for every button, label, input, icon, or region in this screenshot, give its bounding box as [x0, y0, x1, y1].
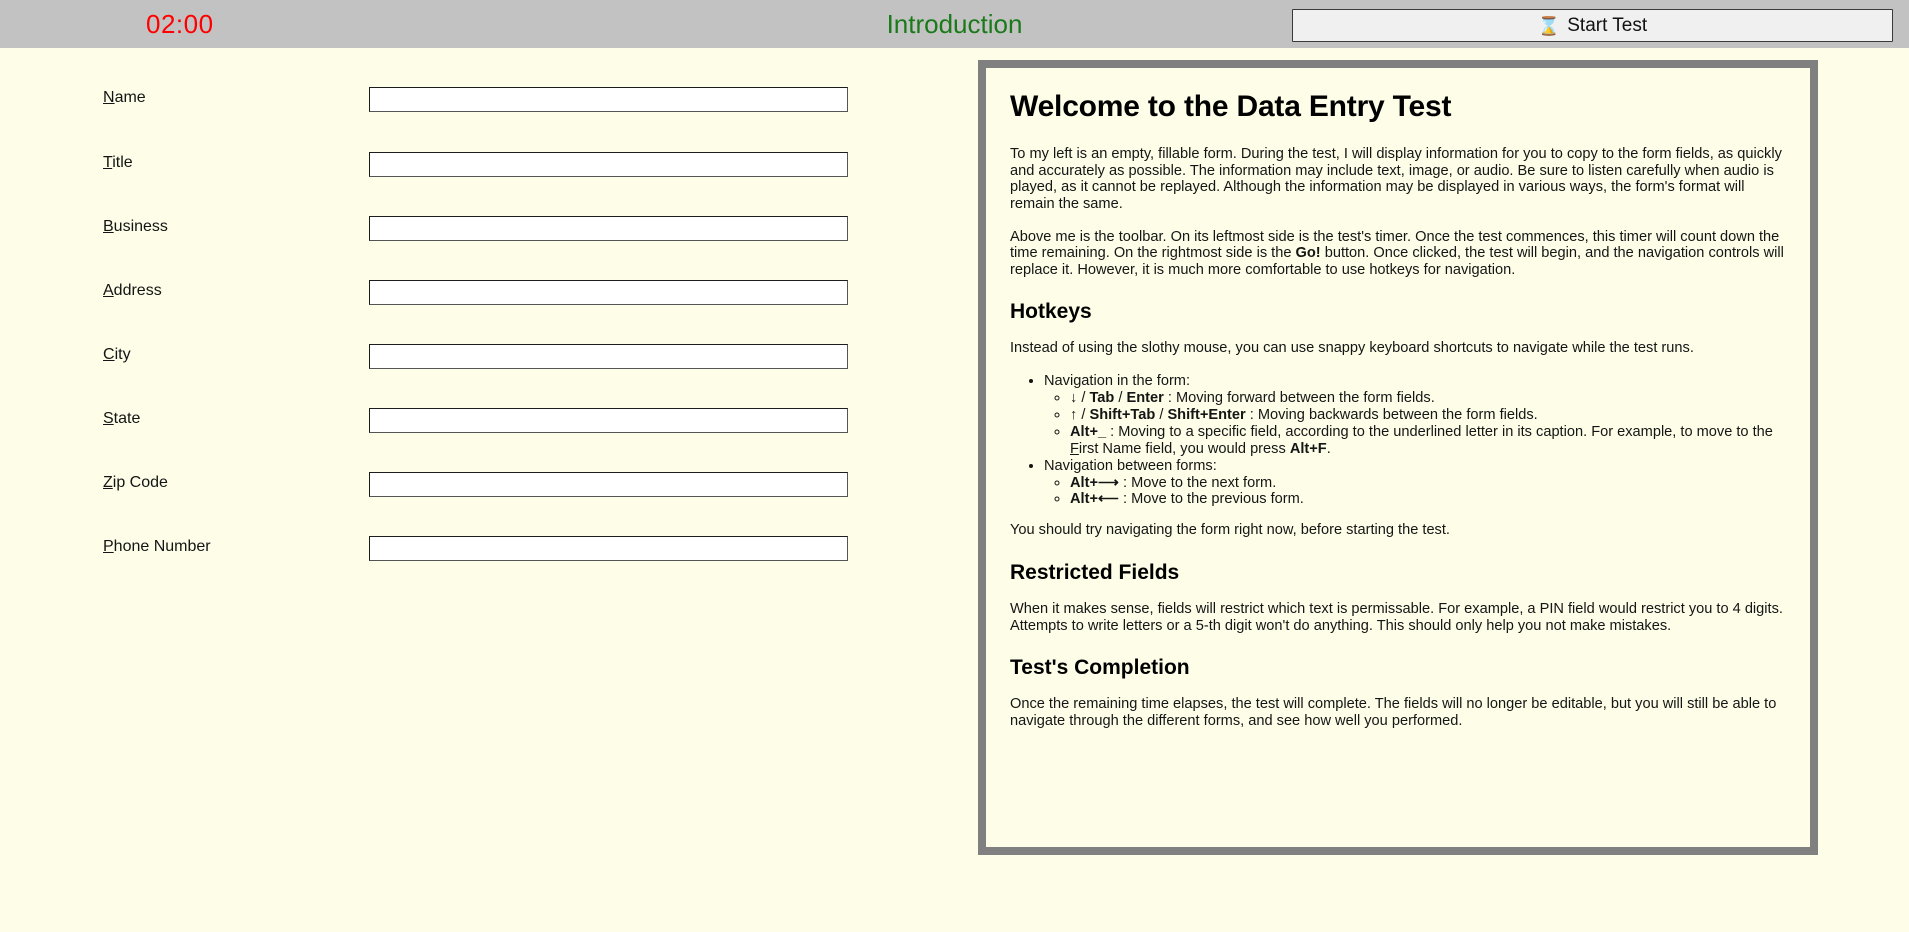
label-state-accesskey: S — [103, 410, 114, 427]
label-zip-code-rest: ip Code — [113, 474, 168, 491]
label-title-rest: itle — [112, 154, 132, 171]
hotkey-move-forward: ↓ / Tab / Enter : Moving forward between… — [1070, 390, 1786, 407]
hotkey-previous-form: Alt+⟵ : Move to the previous form. — [1070, 491, 1786, 508]
toolbar-paragraph: Above me is the toolbar. On its leftmost… — [1010, 229, 1786, 279]
label-title-accesskey: T — [103, 154, 112, 171]
nav-alt-desc-part3: . — [1327, 441, 1331, 457]
hotkeys-list: Navigation in the form: ↓ / Tab / Enter … — [1010, 373, 1786, 508]
first-name-rest: irst Name — [1079, 441, 1141, 457]
label-title: Title — [103, 154, 133, 172]
hotkey-alt-accesskey: Alt+_ : Moving to a specific field, acco… — [1070, 424, 1786, 458]
label-phone-number-accesskey: P — [103, 538, 114, 555]
key-shift-tab: Shift+Tab — [1089, 407, 1155, 423]
key-enter: Enter — [1127, 390, 1164, 406]
nav-back-sep1: / — [1077, 407, 1089, 423]
form-field-row-zip-code: Zip Code — [0, 472, 975, 498]
label-business-rest: usiness — [114, 218, 168, 235]
form-field-row-phone-number: Phone Number — [0, 536, 975, 562]
page-body: Name Title Business Address City State Z… — [0, 48, 1909, 932]
hotkey-move-backward: ↑ / Shift+Tab / Shift+Enter : Moving bac… — [1070, 407, 1786, 424]
hotkeys-list-item-nav-between-forms: Navigation between forms: Alt+⟶ : Move t… — [1044, 458, 1786, 509]
intro-paragraph: To my left is an empty, fillable form. D… — [1010, 146, 1786, 213]
form-field-row-city: City — [0, 344, 975, 370]
label-phone-number-rest: hone Number — [114, 538, 211, 555]
test-completion-heading: Test's Completion — [1010, 656, 1786, 680]
key-shift-enter: Shift+Enter — [1167, 407, 1245, 423]
label-city-accesskey: C — [103, 346, 115, 363]
first-name-accesskey: F — [1070, 441, 1079, 457]
hotkeys-list-item-nav-in-form: Navigation in the form: ↓ / Tab / Enter … — [1044, 373, 1786, 458]
hotkey-next-form: Alt+⟶ : Move to the next form. — [1070, 475, 1786, 492]
key-alt-underscore: Alt+_ — [1070, 424, 1106, 440]
nav-between-forms-label: Navigation between forms: — [1044, 458, 1217, 474]
label-address-rest: ddress — [114, 282, 162, 299]
label-city-rest: ity — [115, 346, 131, 363]
go-button-mention: Go! — [1296, 245, 1321, 261]
try-navigating-paragraph: You should try navigating the form right… — [1010, 522, 1786, 539]
label-state: State — [103, 410, 140, 428]
data-entry-form: Name Title Business Address City State Z… — [0, 48, 975, 932]
test-completion-paragraph: Once the remaining time elapses, the tes… — [1010, 696, 1786, 729]
toolbar: 02:00 Introduction ⌛ Start Test — [0, 0, 1909, 48]
form-field-row-name: Name — [0, 87, 975, 113]
key-alt-left-arrow-icon: Alt+⟵ — [1070, 491, 1119, 507]
label-city: City — [103, 346, 131, 364]
form-field-row-business: Business — [0, 216, 975, 242]
hourglass-icon: ⌛ — [1538, 17, 1560, 35]
label-name-accesskey: N — [103, 89, 115, 106]
nav-in-form-label: Navigation in the form: — [1044, 373, 1190, 389]
key-alt-f: Alt+F — [1290, 441, 1327, 457]
instructions-heading: Welcome to the Data Entry Test — [1010, 90, 1786, 124]
nav-back-desc: : Moving backwards between the form fiel… — [1246, 407, 1538, 423]
form-field-row-address: Address — [0, 280, 975, 306]
input-city[interactable] — [369, 344, 848, 369]
nav-alt-desc-part1: : Moving to a specific field, according … — [1106, 424, 1773, 440]
label-name: Name — [103, 89, 146, 107]
input-state[interactable] — [369, 408, 848, 433]
input-zip-code[interactable] — [369, 472, 848, 497]
key-tab: Tab — [1089, 390, 1114, 406]
nav-prev-desc: : Move to the previous form. — [1119, 491, 1304, 507]
instructions-panel: Welcome to the Data Entry Test To my lef… — [978, 60, 1818, 855]
label-business-accesskey: B — [103, 218, 114, 235]
nav-next-desc: : Move to the next form. — [1119, 475, 1276, 491]
nav-back-sep2: / — [1155, 407, 1167, 423]
hotkeys-paragraph: Instead of using the slothy mouse, you c… — [1010, 340, 1786, 357]
nav-forward-sep2: / — [1114, 390, 1126, 406]
label-state-rest: tate — [114, 410, 141, 427]
label-business: Business — [103, 218, 168, 236]
label-name-rest: ame — [115, 89, 146, 106]
start-test-button[interactable]: ⌛ Start Test — [1292, 9, 1893, 42]
label-phone-number: Phone Number — [103, 538, 211, 556]
key-alt-right-arrow-icon: Alt+⟶ — [1070, 475, 1119, 491]
restricted-fields-paragraph: When it makes sense, fields will restric… — [1010, 601, 1786, 634]
form-field-row-title: Title — [0, 152, 975, 178]
input-name[interactable] — [369, 87, 848, 112]
restricted-fields-heading: Restricted Fields — [1010, 561, 1786, 585]
input-business[interactable] — [369, 216, 848, 241]
nav-alt-desc-part2: field, you would press — [1141, 441, 1289, 457]
label-zip-code: Zip Code — [103, 474, 168, 492]
input-title[interactable] — [369, 152, 848, 177]
input-phone-number[interactable] — [369, 536, 848, 561]
input-address[interactable] — [369, 280, 848, 305]
nav-forward-sep1: / — [1077, 390, 1089, 406]
nav-forward-desc: : Moving forward between the form fields… — [1164, 390, 1435, 406]
label-address-accesskey: A — [103, 282, 114, 299]
start-test-button-label: Start Test — [1567, 15, 1647, 37]
nav-between-forms-sublist: Alt+⟶ : Move to the next form. Alt+⟵ : M… — [1044, 475, 1786, 509]
nav-in-form-sublist: ↓ / Tab / Enter : Moving forward between… — [1044, 390, 1786, 458]
hotkeys-heading: Hotkeys — [1010, 300, 1786, 324]
form-field-row-state: State — [0, 408, 975, 434]
label-address: Address — [103, 282, 162, 300]
label-zip-code-accesskey: Z — [103, 474, 113, 491]
